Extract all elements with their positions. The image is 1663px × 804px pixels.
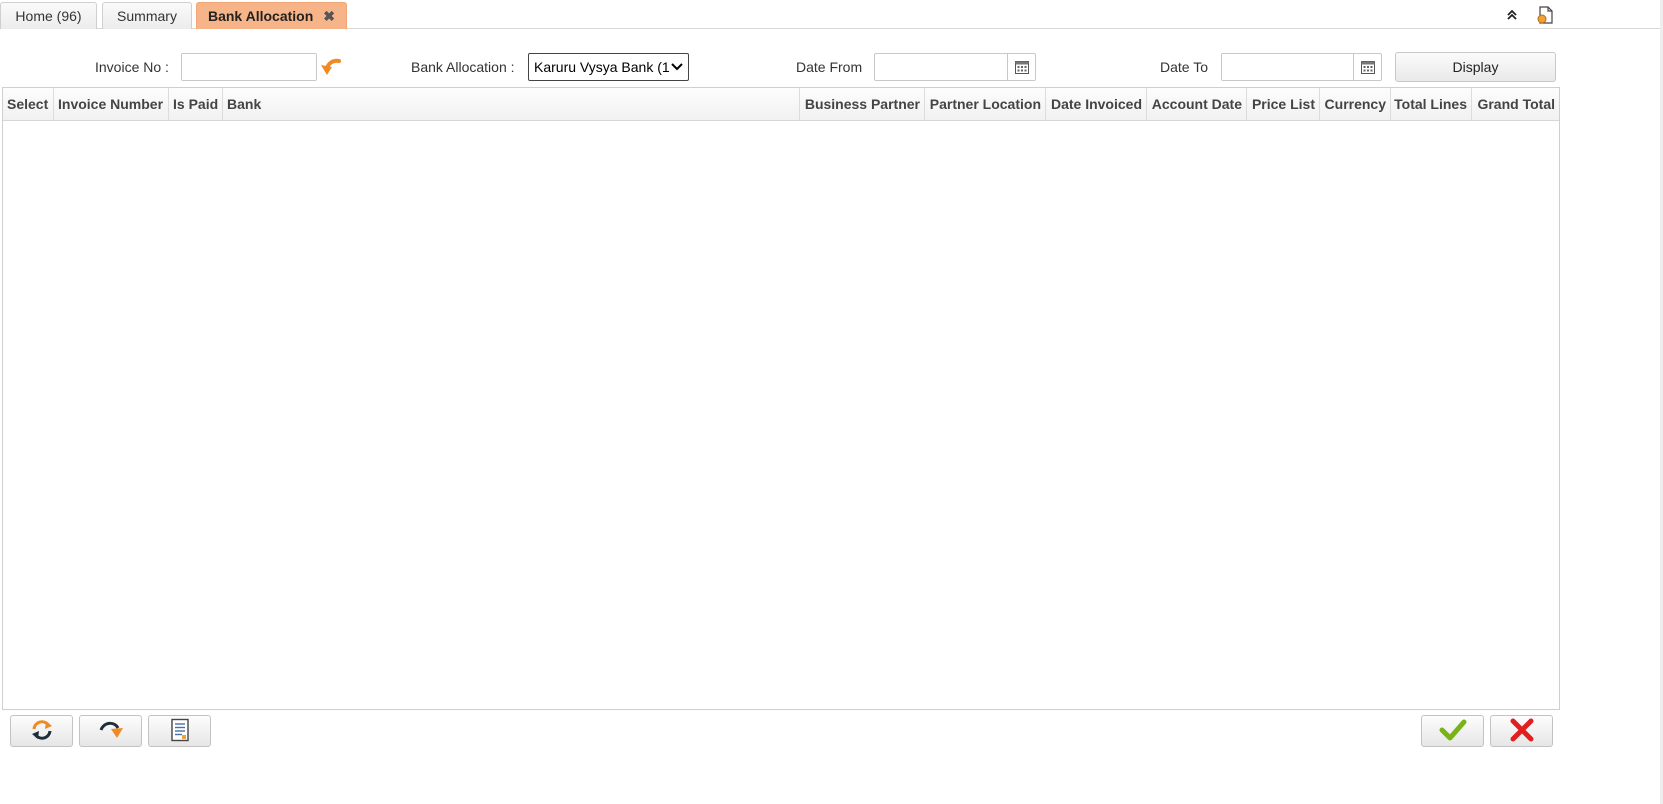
redo-button[interactable] — [79, 715, 142, 747]
calendar-icon[interactable] — [1353, 54, 1381, 80]
redo-arrow-icon — [97, 718, 125, 745]
tab-summary[interactable]: Summary — [102, 2, 192, 29]
column-header-date-invoiced[interactable]: Date Invoiced — [1046, 88, 1147, 120]
date-to-label: Date To — [1160, 59, 1208, 75]
calendar-icon[interactable] — [1007, 54, 1035, 80]
document-export-icon[interactable] — [1534, 4, 1556, 26]
bank-allocation-value: Karuru Vysya Bank (1 — [534, 59, 670, 75]
tab-home-label: Home (96) — [15, 8, 82, 24]
column-header-currency[interactable]: Currency — [1320, 88, 1391, 120]
report-document-icon — [169, 718, 191, 745]
invoice-grid: Select Invoice Number Is Paid Bank Busin… — [2, 87, 1560, 710]
bank-allocation-select[interactable]: Karuru Vysya Bank (1 — [528, 53, 689, 81]
invoice-no-input[interactable] — [181, 53, 317, 81]
column-header-select[interactable]: Select — [3, 88, 54, 120]
bank-allocation-label: Bank Allocation : — [411, 59, 515, 75]
grid-body — [3, 121, 1559, 709]
column-header-price-list[interactable]: Price List — [1247, 88, 1320, 120]
tab-bank-allocation-label: Bank Allocation — [207, 8, 314, 24]
date-to-input[interactable] — [1222, 54, 1355, 80]
invoice-no-label: Invoice No : — [95, 59, 169, 75]
refresh-icon — [29, 717, 55, 746]
column-header-bank[interactable]: Bank — [223, 88, 800, 120]
double-chevron-up-icon[interactable] — [1501, 4, 1523, 26]
column-header-account-date[interactable]: Account Date — [1147, 88, 1247, 120]
cross-icon — [1509, 717, 1535, 746]
column-header-grand-total[interactable]: Grand Total — [1472, 88, 1559, 120]
tab-bar: Home (96) Summary Bank Allocation ✖ — [0, 0, 1663, 29]
date-from-label: Date From — [796, 59, 863, 75]
curved-arrow-icon[interactable] — [319, 56, 341, 78]
column-header-total-lines[interactable]: Total Lines — [1391, 88, 1472, 120]
column-header-business-partner[interactable]: Business Partner — [800, 88, 925, 120]
column-header-is-paid[interactable]: Is Paid — [169, 88, 223, 120]
date-to-field — [1221, 53, 1382, 81]
column-header-invoice-number[interactable]: Invoice Number — [54, 88, 169, 120]
ok-button[interactable] — [1421, 715, 1484, 747]
checkmark-icon — [1439, 718, 1467, 745]
cancel-button[interactable] — [1490, 715, 1553, 747]
tab-summary-label: Summary — [117, 8, 177, 24]
close-tab-icon[interactable]: ✖ — [323, 8, 335, 25]
date-from-field — [874, 53, 1036, 81]
tab-home[interactable]: Home (96) — [0, 2, 97, 29]
grid-header: Select Invoice Number Is Paid Bank Busin… — [3, 88, 1559, 121]
column-header-partner-location[interactable]: Partner Location — [925, 88, 1046, 120]
tab-bank-allocation[interactable]: Bank Allocation ✖ — [196, 2, 347, 29]
refresh-button[interactable] — [10, 715, 73, 747]
report-button[interactable] — [148, 715, 211, 747]
date-from-input[interactable] — [875, 54, 1009, 80]
display-button[interactable]: Display — [1395, 52, 1556, 82]
chevron-down-icon — [671, 59, 683, 75]
